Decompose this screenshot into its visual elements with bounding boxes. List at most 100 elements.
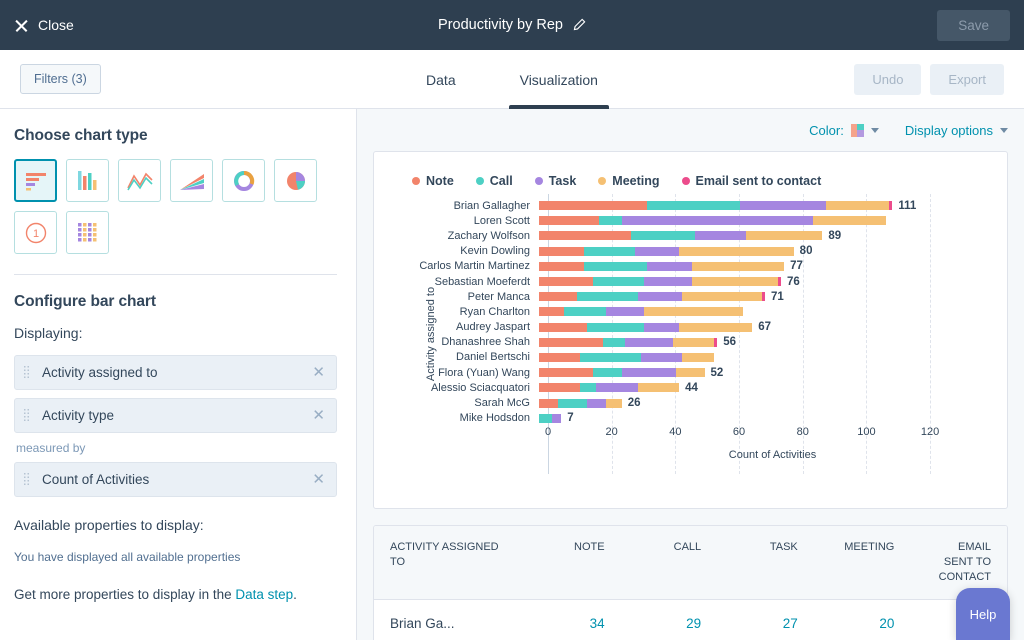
bar-segment-email-sent-to-contact[interactable] xyxy=(889,201,892,210)
bar-segment-note[interactable] xyxy=(539,216,599,225)
bar-segment-note[interactable] xyxy=(539,383,580,392)
chart-type-area[interactable] xyxy=(170,159,213,202)
bar-segment-email-sent-to-contact[interactable] xyxy=(762,292,765,301)
bar-segment-task[interactable] xyxy=(641,353,682,362)
stacked-bar[interactable] xyxy=(539,383,679,392)
remove-property-icon[interactable]: ✕ xyxy=(312,365,325,380)
bar-segment-call[interactable] xyxy=(599,216,621,225)
bar-segment-note[interactable] xyxy=(539,231,631,240)
bar-segment-meeting[interactable] xyxy=(606,399,622,408)
bar-segment-meeting[interactable] xyxy=(746,231,822,240)
stacked-bar[interactable] xyxy=(539,338,717,347)
drag-handle-icon[interactable] xyxy=(23,472,30,487)
stacked-bar[interactable] xyxy=(539,216,886,225)
bar-segment-call[interactable] xyxy=(587,323,644,332)
bar-segment-note[interactable] xyxy=(539,399,558,408)
bar-segment-call[interactable] xyxy=(593,368,622,377)
bar-segment-note[interactable] xyxy=(539,368,593,377)
bar-segment-call[interactable] xyxy=(558,399,587,408)
legend-item-email-sent-to-contact[interactable]: Email sent to contact xyxy=(682,174,822,188)
bar-segment-note[interactable] xyxy=(539,353,580,362)
undo-button[interactable]: Undo xyxy=(854,64,921,95)
table-row[interactable]: Brian Ga...34292720 xyxy=(374,599,1007,640)
bar-segment-note[interactable] xyxy=(539,323,587,332)
bar-segment-call[interactable] xyxy=(564,307,605,316)
stacked-bar[interactable] xyxy=(539,399,622,408)
bar-segment-meeting[interactable] xyxy=(826,201,890,210)
bar-segment-meeting[interactable] xyxy=(679,323,752,332)
bar-segment-task[interactable] xyxy=(644,277,692,286)
tab-visualization[interactable]: Visualization xyxy=(516,50,602,109)
bar-segment-note[interactable] xyxy=(539,338,603,347)
bar-segment-task[interactable] xyxy=(587,399,606,408)
stacked-bar[interactable] xyxy=(539,353,714,362)
stacked-bar[interactable] xyxy=(539,307,743,316)
bar-segment-meeting[interactable] xyxy=(679,247,794,256)
bar-segment-call[interactable] xyxy=(631,231,695,240)
chart-type-table[interactable] xyxy=(66,211,109,254)
stacked-bar[interactable] xyxy=(539,292,765,301)
bar-segment-call[interactable] xyxy=(584,247,635,256)
bar-segment-task[interactable] xyxy=(647,262,692,271)
col-meeting[interactable]: Meeting xyxy=(814,526,911,599)
close-button[interactable]: Close xyxy=(14,17,74,33)
stacked-bar[interactable] xyxy=(539,247,794,256)
bar-segment-note[interactable] xyxy=(539,262,584,271)
stacked-bar[interactable] xyxy=(539,323,752,332)
bar-segment-call[interactable] xyxy=(580,383,596,392)
drag-handle-icon[interactable] xyxy=(23,408,30,423)
bar-segment-task[interactable] xyxy=(638,292,683,301)
bar-segment-email-sent-to-contact[interactable] xyxy=(714,338,717,347)
bar-segment-call[interactable] xyxy=(593,277,644,286)
table-cell-call[interactable]: 29 xyxy=(621,599,718,640)
legend-item-meeting[interactable]: Meeting xyxy=(598,174,659,188)
bar-segment-call[interactable] xyxy=(584,262,648,271)
bar-segment-task[interactable] xyxy=(625,338,673,347)
bar-segment-task[interactable] xyxy=(740,201,826,210)
bar-segment-call[interactable] xyxy=(580,353,640,362)
bar-segment-call[interactable] xyxy=(603,338,625,347)
color-picker-control[interactable]: Color: xyxy=(809,123,879,138)
bar-segment-meeting[interactable] xyxy=(638,383,679,392)
pencil-icon[interactable] xyxy=(572,18,586,32)
bar-segment-call[interactable] xyxy=(647,201,739,210)
table-cell-task[interactable]: 27 xyxy=(717,599,814,640)
bar-segment-meeting[interactable] xyxy=(676,368,705,377)
stacked-bar[interactable] xyxy=(539,414,561,423)
chart-type-single-value[interactable]: 1 xyxy=(14,211,57,254)
stacked-bar[interactable] xyxy=(539,262,784,271)
bar-segment-task[interactable] xyxy=(552,414,562,423)
stacked-bar[interactable] xyxy=(539,231,822,240)
bar-segment-meeting[interactable] xyxy=(673,338,714,347)
export-button[interactable]: Export xyxy=(930,64,1004,95)
property-pill-activity-assigned-to[interactable]: Activity assigned to ✕ xyxy=(14,355,337,390)
bar-segment-note[interactable] xyxy=(539,292,577,301)
remove-property-icon[interactable]: ✕ xyxy=(312,472,325,487)
bar-segment-call[interactable] xyxy=(577,292,637,301)
bar-segment-meeting[interactable] xyxy=(644,307,743,316)
data-step-link[interactable]: Data step xyxy=(235,587,293,602)
bar-segment-meeting[interactable] xyxy=(692,277,778,286)
bar-segment-meeting[interactable] xyxy=(692,262,784,271)
col-call[interactable]: Call xyxy=(621,526,718,599)
table-cell-note[interactable]: 34 xyxy=(524,599,621,640)
chart-type-vertical-bar[interactable] xyxy=(66,159,109,202)
bar-segment-task[interactable] xyxy=(596,383,637,392)
legend-item-call[interactable]: Call xyxy=(476,174,513,188)
legend-item-task[interactable]: Task xyxy=(535,174,577,188)
bar-segment-note[interactable] xyxy=(539,277,593,286)
bar-segment-task[interactable] xyxy=(635,247,680,256)
help-button[interactable]: Help xyxy=(956,588,1010,640)
bar-segment-task[interactable] xyxy=(644,323,679,332)
save-button[interactable]: Save xyxy=(937,10,1010,41)
bar-segment-task[interactable] xyxy=(695,231,746,240)
bar-segment-note[interactable] xyxy=(539,247,584,256)
chart-type-line[interactable] xyxy=(118,159,161,202)
bar-segment-note[interactable] xyxy=(539,307,564,316)
stacked-bar[interactable] xyxy=(539,277,781,286)
chart-type-horizontal-bar[interactable] xyxy=(14,159,57,202)
display-options-control[interactable]: Display options xyxy=(905,123,1008,138)
stacked-bar[interactable] xyxy=(539,201,892,210)
stacked-bar[interactable] xyxy=(539,368,705,377)
col-task[interactable]: Task xyxy=(717,526,814,599)
